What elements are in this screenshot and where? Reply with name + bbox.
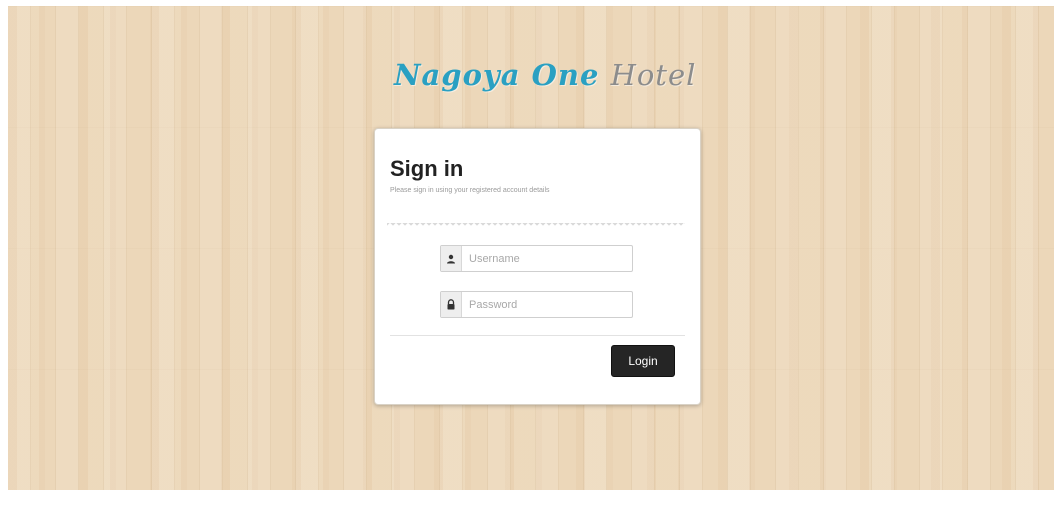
username-field [440,245,633,272]
login-button[interactable]: Login [611,345,675,377]
form-divider [390,335,685,336]
username-input[interactable] [462,246,630,271]
logo-text-secondary: Hotel [610,58,697,92]
password-field [440,291,633,318]
password-input[interactable] [462,292,630,317]
lock-icon [441,292,462,317]
zigzag-divider [387,223,685,229]
signin-card: Sign in Please sign in using your regist… [374,128,701,405]
signin-title: Sign in [390,156,464,181]
user-icon [441,246,462,271]
hotel-logo: Nagoya One Hotel [394,58,704,102]
page-footer-strip [0,497,1059,517]
signin-subtitle: Please sign in using your registered acc… [390,187,550,194]
logo-text-primary: Nagoya One [394,58,600,92]
